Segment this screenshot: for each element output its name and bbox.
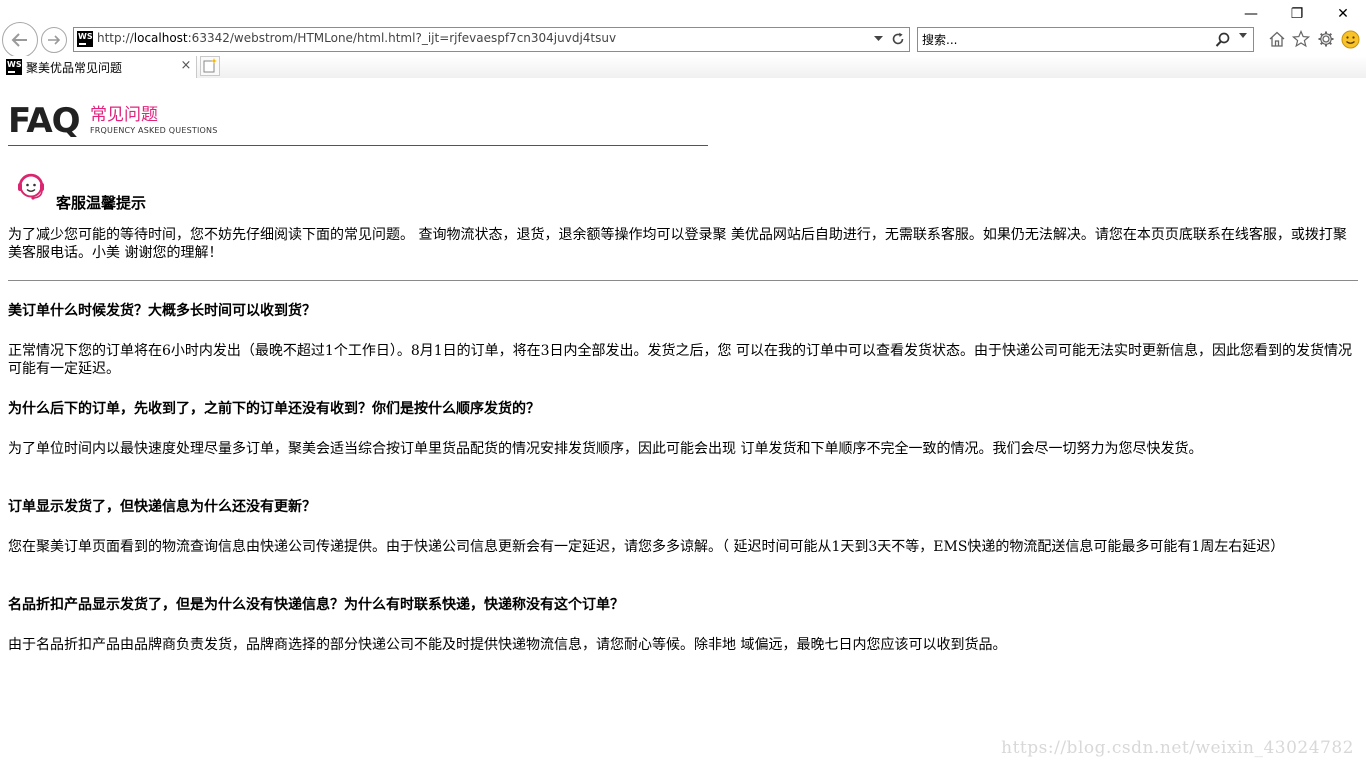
divider [8,280,1358,281]
faq-logo: FAQ 常见问题 FRQUENCY ASKED QUESTIONS [8,104,708,146]
gear-icon [1318,31,1334,47]
faq-answer: 您在聚美订单页面看到的物流查询信息由快递公司传递提供。由于快递公司信息更新会有一… [8,539,1285,555]
tab-bar: WS 聚美优品常见问题 × [0,56,1366,78]
faq-logo-chinese-text: 常见问题 [90,105,158,125]
tab-faq[interactable]: WS 聚美优品常见问题 × [0,56,197,78]
back-arrow-icon [11,33,27,47]
faq-question: 美订单什么时候发货？大概多长时间可以收到货？ [8,303,316,319]
tip-title: 客服温馨提示 [56,194,147,212]
page-content: FAQ 常见问题 FRQUENCY ASKED QUESTIONS 客服温馨提示… [0,78,1366,768]
faq-answer: 为了单位时间内以最快速度处理尽量多订单，聚美会适当综合按订单里货品配货的情况安排… [8,441,1203,457]
tools-button[interactable] [1316,29,1336,49]
url-rest: :63342/webstrom/HTMLone/html.html?_ijt=r… [187,31,617,45]
new-tab-icon [203,58,217,73]
url-text[interactable]: http://localhost:63342/webstrom/HTMLone/… [97,31,616,45]
search-button[interactable] [1215,31,1231,49]
tab-title: 聚美优品常见问题 [26,61,123,75]
address-bar[interactable]: WS http://localhost:63342/webstrom/HTMLo… [73,27,910,52]
tab-close-button[interactable]: × [179,58,193,74]
chevron-down-icon [1239,33,1247,38]
home-button[interactable] [1267,29,1287,49]
faq-answer: 正常情况下您的订单将在6小时内发出（最晚不超过1个工作日）。8月1日的订单，将在… [8,343,1352,377]
faq-item: 名品折扣产品显示发货了，但是为什么没有快递信息？为什么有时联系快递，快递称没有这… [8,596,1358,654]
url-host: localhost [133,31,188,45]
smiley-icon [1341,30,1359,48]
forward-button[interactable] [41,27,67,53]
webstorm-favicon-icon: WS [77,31,93,47]
browser-chrome: — ❐ ✕ WS http://localhost:63342/webstrom… [0,0,1366,78]
search-input[interactable] [922,30,1202,49]
back-button[interactable] [2,22,38,58]
faq-logo-english-text: FRQUENCY ASKED QUESTIONS [90,126,218,135]
webstorm-favicon-icon: WS [6,59,22,75]
faq-item: 美订单什么时候发货？大概多长时间可以收到货？ 正常情况下您的订单将在6小时内发出… [8,302,1358,378]
faq-question: 为什么后下的订单，先收到了，之前下的订单还没有收到？你们是按什么顺序发货的？ [8,401,540,417]
search-dropdown-button[interactable] [1239,32,1247,42]
url-prefix: http:// [97,31,134,45]
faq-item: 订单显示发货了，但快递信息为什么还没有更新？ 您在聚美订单页面看到的物流查询信息… [8,498,1358,556]
star-icon [1292,30,1310,48]
new-tab-button[interactable] [200,56,220,76]
favorites-button[interactable] [1291,29,1311,49]
home-icon [1269,31,1285,47]
navigation-bar: WS http://localhost:63342/webstrom/HTMLo… [0,22,1366,58]
forward-arrow-icon [48,35,61,45]
search-icon [1215,32,1230,47]
search-box[interactable] [917,27,1254,52]
address-dropdown-button[interactable] [869,30,887,48]
chevron-down-icon [873,36,883,41]
customer-service-icon [18,173,44,200]
faq-logo-big-text: FAQ [8,101,81,141]
faq-item: 为什么后下的订单，先收到了，之前下的订单还没有收到？你们是按什么顺序发货的？ 为… [8,400,1358,458]
faq-question: 名品折扣产品显示发货了，但是为什么没有快递信息？为什么有时联系快递，快递称没有这… [8,597,624,613]
faq-answer: 由于名品折扣产品由品牌商负责发货，品牌商选择的部分快递公司不能及时提供快递物流信… [8,637,1007,653]
watermark: https://blog.csdn.net/weixin_43024782 [1001,738,1354,758]
tip-text: 为了减少您可能的等待时间，您不妨先仔细阅读下面的常见问题。 查询物流状态，退货，… [8,227,1347,261]
refresh-icon [892,32,904,45]
feedback-button[interactable] [1340,29,1360,49]
refresh-button[interactable] [889,30,907,48]
faq-question: 订单显示发货了，但快递信息为什么还没有更新？ [8,499,316,515]
